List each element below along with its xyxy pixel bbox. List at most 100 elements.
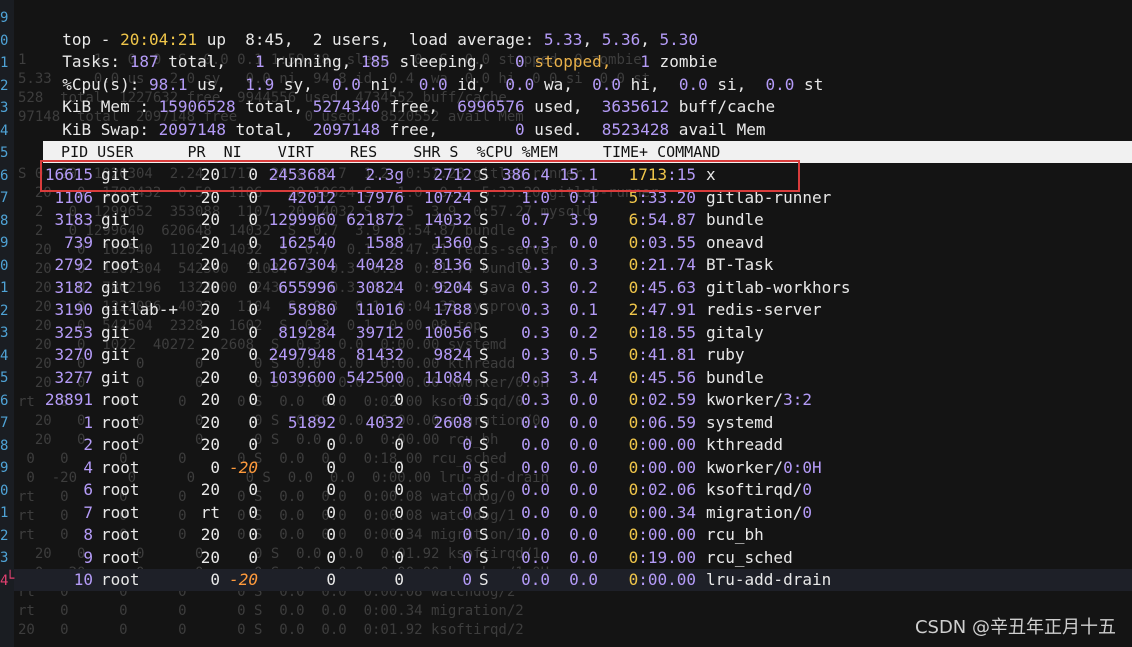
cell-ni: 0 xyxy=(248,255,258,274)
cell-cpu: 0.3 xyxy=(521,255,550,274)
cell-shr: 10056 xyxy=(423,322,472,342)
cell-res: 542500 xyxy=(346,367,404,387)
cell-mem: 0.0 xyxy=(569,232,598,252)
cell-ni: 0 xyxy=(248,300,258,319)
cell-virt: 819284 xyxy=(278,322,336,342)
cell-pid: 3190 xyxy=(54,300,93,319)
cell-shr: 0 xyxy=(462,457,472,477)
cell-virt: 51892 xyxy=(287,412,336,432)
cell-time: 0:19.00 xyxy=(628,547,696,567)
cell-res: 39712 xyxy=(355,322,404,342)
cell-pid: 1 xyxy=(83,412,93,432)
cell-pid: 2 xyxy=(83,435,93,454)
cell-res: 81432 xyxy=(355,345,404,364)
cell-s: S xyxy=(479,570,489,589)
cell-pid: 4 xyxy=(83,457,93,477)
summary-cpu-line: %Cpu(s): 98.1 us, 1.9 sy, 0.0 ni, 0.0 id… xyxy=(62,75,824,94)
cell-mem: 0.5 xyxy=(569,345,598,364)
cell-time: 0:00.00 xyxy=(628,570,696,589)
cell-shr: 9824 xyxy=(433,345,472,364)
cell-command: ruby xyxy=(706,345,745,364)
cell-user: root xyxy=(101,547,140,567)
cell-user: root xyxy=(101,457,140,477)
cell-ni: 0 xyxy=(248,435,258,454)
cell-s: S xyxy=(479,457,489,477)
cell-user: root xyxy=(101,525,140,544)
cell-pr: 20 xyxy=(200,367,220,387)
cell-s: S xyxy=(479,412,489,432)
cell-s: S xyxy=(479,435,489,454)
cell-user: root xyxy=(101,502,140,522)
cell-mem: 0.3 xyxy=(569,255,598,274)
cell-time: 0:45.56 xyxy=(628,367,696,387)
cell-shr: 11084 xyxy=(423,367,472,387)
cell-time: 0:00.00 xyxy=(628,435,696,454)
cell-shr: 0 xyxy=(462,502,472,522)
cell-cpu: 0.3 xyxy=(521,232,550,252)
cell-s: S xyxy=(479,210,489,229)
cell-pr: 20 xyxy=(200,435,220,454)
cell-virt: 2497948 xyxy=(268,345,336,364)
cell-shr: 9204 xyxy=(433,277,472,297)
cell-s: S xyxy=(479,525,489,544)
cell-mem: 0.0 xyxy=(569,412,598,432)
cell-mem: 0.0 xyxy=(569,547,598,567)
cell-cpu: 0.3 xyxy=(521,367,550,387)
cell-res: 0 xyxy=(394,457,404,477)
cell-pid: 2792 xyxy=(54,255,93,274)
cell-res: 4032 xyxy=(365,412,404,432)
cell-pr: 20 xyxy=(200,255,220,274)
cell-mem: 0.1 xyxy=(569,300,598,319)
cell-time: 0:41.81 xyxy=(628,345,696,364)
cell-user: root xyxy=(101,480,140,499)
cell-command: bundle xyxy=(706,210,764,229)
cell-command: ksoftirqd/0 xyxy=(706,480,812,499)
cell-virt: 0 xyxy=(326,480,336,499)
cell-ni: 0 xyxy=(248,232,258,252)
cell-s: S xyxy=(479,322,489,342)
cell-s: S xyxy=(479,502,489,522)
summary-swap-line: KiB Swap: 2097148 total, 2097148 free, 0… xyxy=(62,120,766,139)
cell-ni: 0 xyxy=(248,210,258,229)
cell-command: lru-add-drain xyxy=(706,570,832,589)
cell-user: root xyxy=(101,412,140,432)
cell-time: 0:06.59 xyxy=(628,412,696,432)
cell-user: git xyxy=(101,210,130,229)
cell-cpu: 0.0 xyxy=(521,525,550,544)
cell-pid: 7 xyxy=(83,502,93,522)
cell-command: rcu_bh xyxy=(706,525,764,544)
cell-cpu: 0.3 xyxy=(521,300,550,319)
cell-virt: 1267304 xyxy=(268,255,336,274)
cell-virt: 1299960 xyxy=(268,210,336,229)
ghost-line: 20 0 0 0 0 S 0.0 0.0 0:01.92 ksoftirqd/2 xyxy=(18,622,524,638)
cell-user: root xyxy=(101,390,140,409)
cell-cpu: 0.0 xyxy=(521,570,550,589)
cell-res: 0 xyxy=(394,480,404,499)
cell-time: 0:00.00 xyxy=(628,525,696,544)
cell-command: bundle xyxy=(706,367,764,387)
cell-virt: 0 xyxy=(326,547,336,567)
cell-s: S xyxy=(479,547,489,567)
cell-s: S xyxy=(479,390,489,409)
cursor-marker: └ xyxy=(6,571,15,587)
cell-pr: 20 xyxy=(200,300,220,319)
cell-s: S xyxy=(479,345,489,364)
cell-mem: 0.0 xyxy=(569,435,598,454)
cell-pr: 20 xyxy=(200,547,220,567)
cell-res: 0 xyxy=(394,525,404,544)
cell-user: git xyxy=(101,322,130,342)
cell-shr: 14032 xyxy=(423,210,472,229)
cell-cpu: 0.0 xyxy=(521,412,550,432)
cell-ni: -20 xyxy=(229,457,258,477)
cell-time: 0:03.55 xyxy=(628,232,696,252)
cell-virt: 0 xyxy=(326,390,336,409)
cell-cpu: 0.0 xyxy=(521,457,550,477)
summary-mem-line: KiB Mem : 15906528 total, 5274340 free, … xyxy=(62,97,776,116)
cell-s: S xyxy=(479,367,489,387)
cell-pid: 3253 xyxy=(54,322,93,342)
cell-cpu: 0.0 xyxy=(521,547,550,567)
cell-mem: 0.2 xyxy=(569,277,598,297)
cell-s: S xyxy=(479,255,489,274)
cell-command: oneavd xyxy=(706,232,764,252)
cell-virt: 0 xyxy=(326,502,336,522)
